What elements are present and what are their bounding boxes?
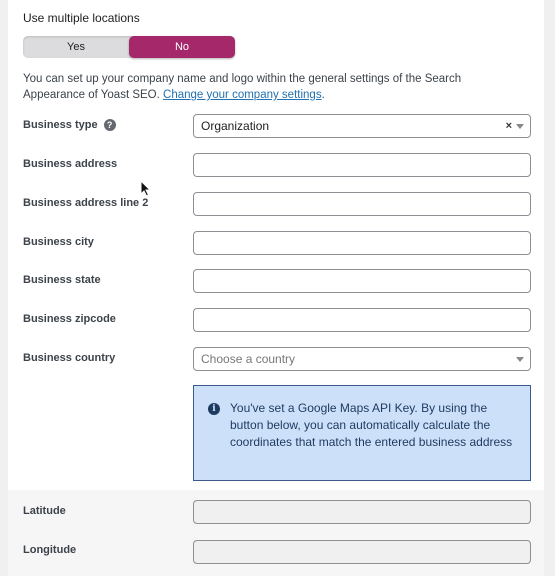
clear-icon[interactable]: × (506, 115, 512, 137)
info-icon: i (208, 403, 220, 415)
business-country-placeholder: Choose a country (201, 352, 296, 366)
business-address-label: Business address (23, 158, 118, 170)
help-icon[interactable]: ? (103, 119, 116, 132)
business-address-2-input[interactable] (193, 192, 531, 216)
business-zipcode-label: Business zipcode (23, 313, 116, 325)
company-settings-description: You can set up your company name and log… (23, 71, 523, 103)
business-type-label: Business type? (23, 119, 116, 132)
longitude-label: Longitude (23, 544, 77, 556)
latitude-label: Latitude (23, 505, 66, 517)
business-zipcode-input[interactable] (193, 308, 531, 332)
business-type-label-text: Business type (23, 119, 98, 131)
google-maps-notice: i You've set a Google Maps API Key. By u… (193, 385, 531, 481)
business-country-label: Business country (23, 352, 116, 364)
business-city-label: Business city (23, 236, 94, 248)
toggle-option-yes[interactable]: Yes (23, 36, 129, 58)
multiple-locations-label: Use multiple locations (23, 11, 140, 25)
business-city-input[interactable] (193, 231, 531, 255)
multiple-locations-toggle[interactable]: Yes No (23, 36, 235, 58)
notice-text: You've set a Google Maps API Key. By usi… (230, 401, 513, 449)
scrollbar[interactable] (545, 0, 555, 576)
chevron-down-icon[interactable] (516, 357, 524, 362)
business-type-value: Organization (201, 119, 270, 133)
chevron-down-icon[interactable] (516, 124, 524, 129)
longitude-input[interactable] (193, 540, 531, 564)
business-type-select[interactable]: Organization × (193, 114, 531, 138)
toggle-option-no[interactable]: No (129, 36, 235, 58)
mouse-cursor-icon (140, 180, 152, 197)
latitude-input[interactable] (193, 500, 531, 524)
business-address-2-label: Business address line 2 (23, 197, 149, 209)
business-address-input[interactable] (193, 153, 531, 177)
change-company-settings-link[interactable]: Change your company settings (163, 89, 322, 101)
business-state-input[interactable] (193, 269, 531, 293)
business-state-label: Business state (23, 274, 101, 286)
business-country-select[interactable]: Choose a country (193, 347, 531, 371)
description-suffix: . (321, 89, 325, 101)
